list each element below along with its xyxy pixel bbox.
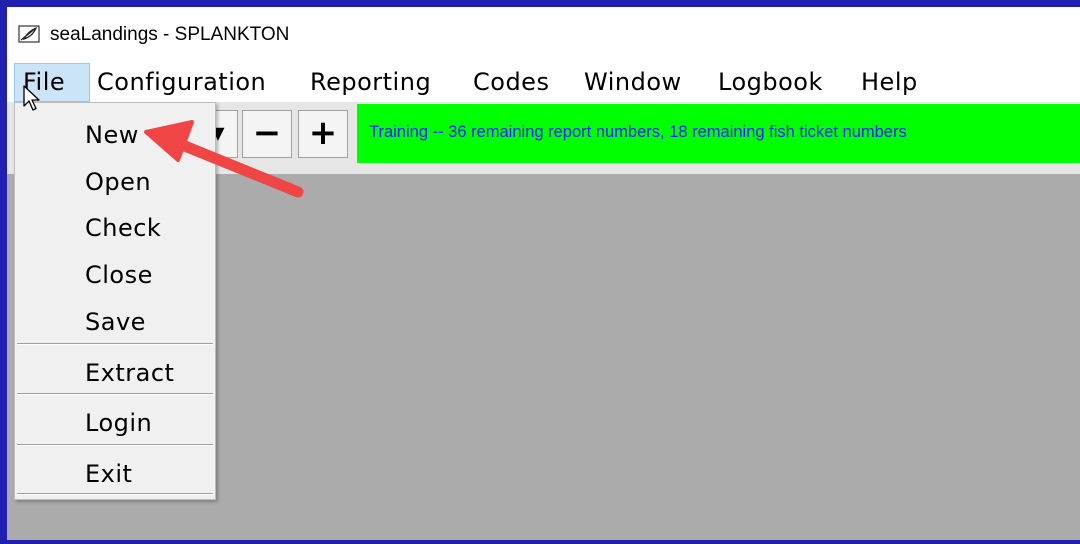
status-text: Training -- 36 remaining report numbers,…: [369, 123, 907, 141]
training-status-banner: Training -- 36 remaining report numbers,…: [357, 104, 1080, 163]
file-menu-login[interactable]: Login: [85, 406, 152, 440]
menu-help[interactable]: Help: [861, 63, 918, 102]
file-menu-check[interactable]: Check: [85, 211, 161, 245]
menu-separator: [17, 493, 213, 495]
window-title: seaLandings - SPLANKTON: [50, 24, 290, 45]
menu-logbook[interactable]: Logbook: [718, 63, 823, 102]
menu-separator: [17, 343, 213, 345]
menu-window[interactable]: Window: [584, 63, 682, 102]
menu-configuration[interactable]: Configuration: [97, 63, 266, 102]
file-menu-close[interactable]: Close: [85, 258, 153, 292]
red-arrow-annotation-icon: [144, 120, 304, 198]
app-feather-icon: [18, 25, 40, 43]
file-menu-extract[interactable]: Extract: [85, 356, 174, 390]
file-menu-save[interactable]: Save: [85, 305, 146, 339]
menu-reporting[interactable]: Reporting: [310, 63, 431, 102]
title-bar: seaLandings - SPLANKTON: [7, 7, 1080, 63]
file-menu-new[interactable]: New: [85, 118, 139, 152]
menu-separator: [17, 393, 213, 395]
mouse-cursor-icon: [23, 85, 40, 111]
menu-bar: File Configuration Reporting Codes Windo…: [7, 63, 1080, 102]
menu-codes[interactable]: Codes: [473, 63, 549, 102]
menu-separator: [17, 444, 213, 446]
file-menu-exit[interactable]: Exit: [85, 457, 132, 491]
